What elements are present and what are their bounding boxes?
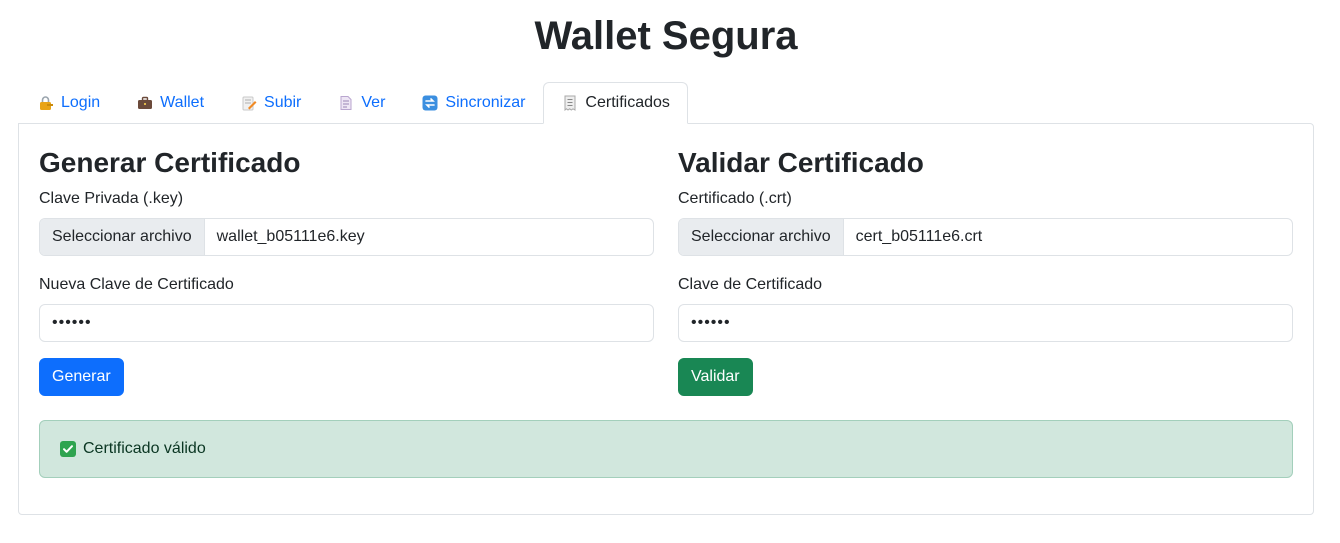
sync-icon — [421, 94, 439, 112]
success-alert: Certificado válido — [39, 420, 1293, 478]
generate-heading: Generar Certificado — [39, 147, 301, 178]
receipt-icon — [561, 94, 579, 112]
cert-password-field[interactable]: •••••• — [678, 304, 1293, 342]
validate-heading: Validar Certificado — [678, 147, 924, 178]
certificate-file-label: Certificado (.crt) — [678, 190, 792, 207]
check-mark-icon — [60, 441, 76, 457]
tab-ver[interactable]: Ver — [319, 82, 403, 124]
briefcase-icon — [136, 94, 154, 112]
certificates-panel: Generar Certificado Clave Privada (.key)… — [18, 123, 1314, 515]
certificate-file-input[interactable]: Seleccionar archivo cert_b05111e6.crt — [678, 218, 1293, 256]
private-key-label: Clave Privada (.key) — [39, 190, 184, 207]
tab-wallet[interactable]: Wallet — [118, 82, 222, 124]
new-cert-password-field[interactable]: •••••• — [39, 304, 654, 342]
select-file-button[interactable]: Seleccionar archivo — [40, 219, 205, 255]
validate-button[interactable]: Validar — [678, 358, 753, 396]
selected-file-name: cert_b05111e6.crt — [855, 228, 983, 245]
tab-label: Certificados — [585, 94, 670, 111]
tab-login[interactable]: Login — [19, 82, 118, 124]
tab-label: Subir — [264, 94, 302, 111]
tab-label: Login — [61, 94, 101, 111]
alert-text: Certificado válido — [83, 440, 206, 457]
cert-password-label: Clave de Certificado — [678, 276, 823, 293]
tab-bar: Login Wallet Subir Ver Sincronizar Certi… — [19, 82, 688, 124]
tab-sincronizar[interactable]: Sincronizar — [403, 82, 543, 124]
select-file-button[interactable]: Seleccionar archivo — [679, 219, 844, 255]
tab-label: Wallet — [160, 94, 205, 111]
lock-key-icon — [37, 94, 55, 112]
tab-label: Sincronizar — [445, 94, 526, 111]
memo-pencil-icon — [240, 94, 258, 112]
tab-subir[interactable]: Subir — [222, 82, 319, 124]
new-cert-password-label: Nueva Clave de Certificado — [39, 276, 234, 293]
page-title: Wallet Segura — [534, 14, 798, 58]
tab-certificados[interactable]: Certificados — [543, 82, 688, 124]
document-icon — [337, 94, 355, 112]
generate-button[interactable]: Generar — [39, 358, 124, 396]
selected-file-name: wallet_b05111e6.key — [216, 228, 365, 245]
tab-label: Ver — [361, 94, 386, 111]
private-key-file-input[interactable]: Seleccionar archivo wallet_b05111e6.key — [39, 218, 654, 256]
